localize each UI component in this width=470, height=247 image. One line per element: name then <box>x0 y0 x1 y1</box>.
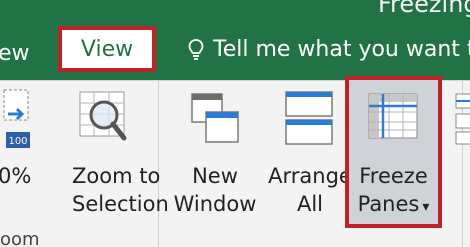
zoom-to-selection-label-1: Zoom to <box>72 164 161 188</box>
tell-me-text: Tell me what you want to <box>213 37 470 62</box>
split-icon[interactable] <box>452 92 470 148</box>
tab-view[interactable]: View <box>58 26 156 72</box>
freeze-panes-icon <box>368 93 418 139</box>
tell-me-search[interactable]: Tell me what you want to <box>188 37 470 62</box>
freeze-panes-label-1: Freeze <box>359 164 428 188</box>
freeze-panes-button[interactable]: Freeze Panes ▾ <box>345 76 442 228</box>
group-label-zoom: oom <box>0 229 40 247</box>
freeze-panes-label-text: Panes <box>357 192 420 216</box>
new-window-icon <box>191 93 239 143</box>
zoom-100-label: 0% <box>0 164 32 188</box>
zoom-100-icon: 100 <box>3 89 30 148</box>
new-window-label-2: Window <box>173 192 257 216</box>
arrange-all-icon <box>285 91 333 145</box>
arrange-all-label-2: All <box>296 192 324 216</box>
tab-review-partial[interactable]: ew <box>0 41 30 66</box>
chevron-down-icon: ▾ <box>422 199 430 215</box>
zoom-to-selection-label-2: Selection <box>72 192 169 216</box>
lightbulb-icon <box>188 38 204 60</box>
arrange-all-label-1: Arrange <box>268 164 352 188</box>
svg-text:100: 100 <box>8 136 27 147</box>
tab-view-label: View <box>80 36 134 62</box>
new-window-label-1: New <box>192 164 238 188</box>
window-title: Freezing <box>378 0 470 18</box>
excel-window: Freezing ew View Tell me what you want t… <box>0 0 470 247</box>
zoom-to-selection-icon <box>79 91 127 141</box>
freeze-panes-label-2: Panes ▾ <box>349 190 438 221</box>
